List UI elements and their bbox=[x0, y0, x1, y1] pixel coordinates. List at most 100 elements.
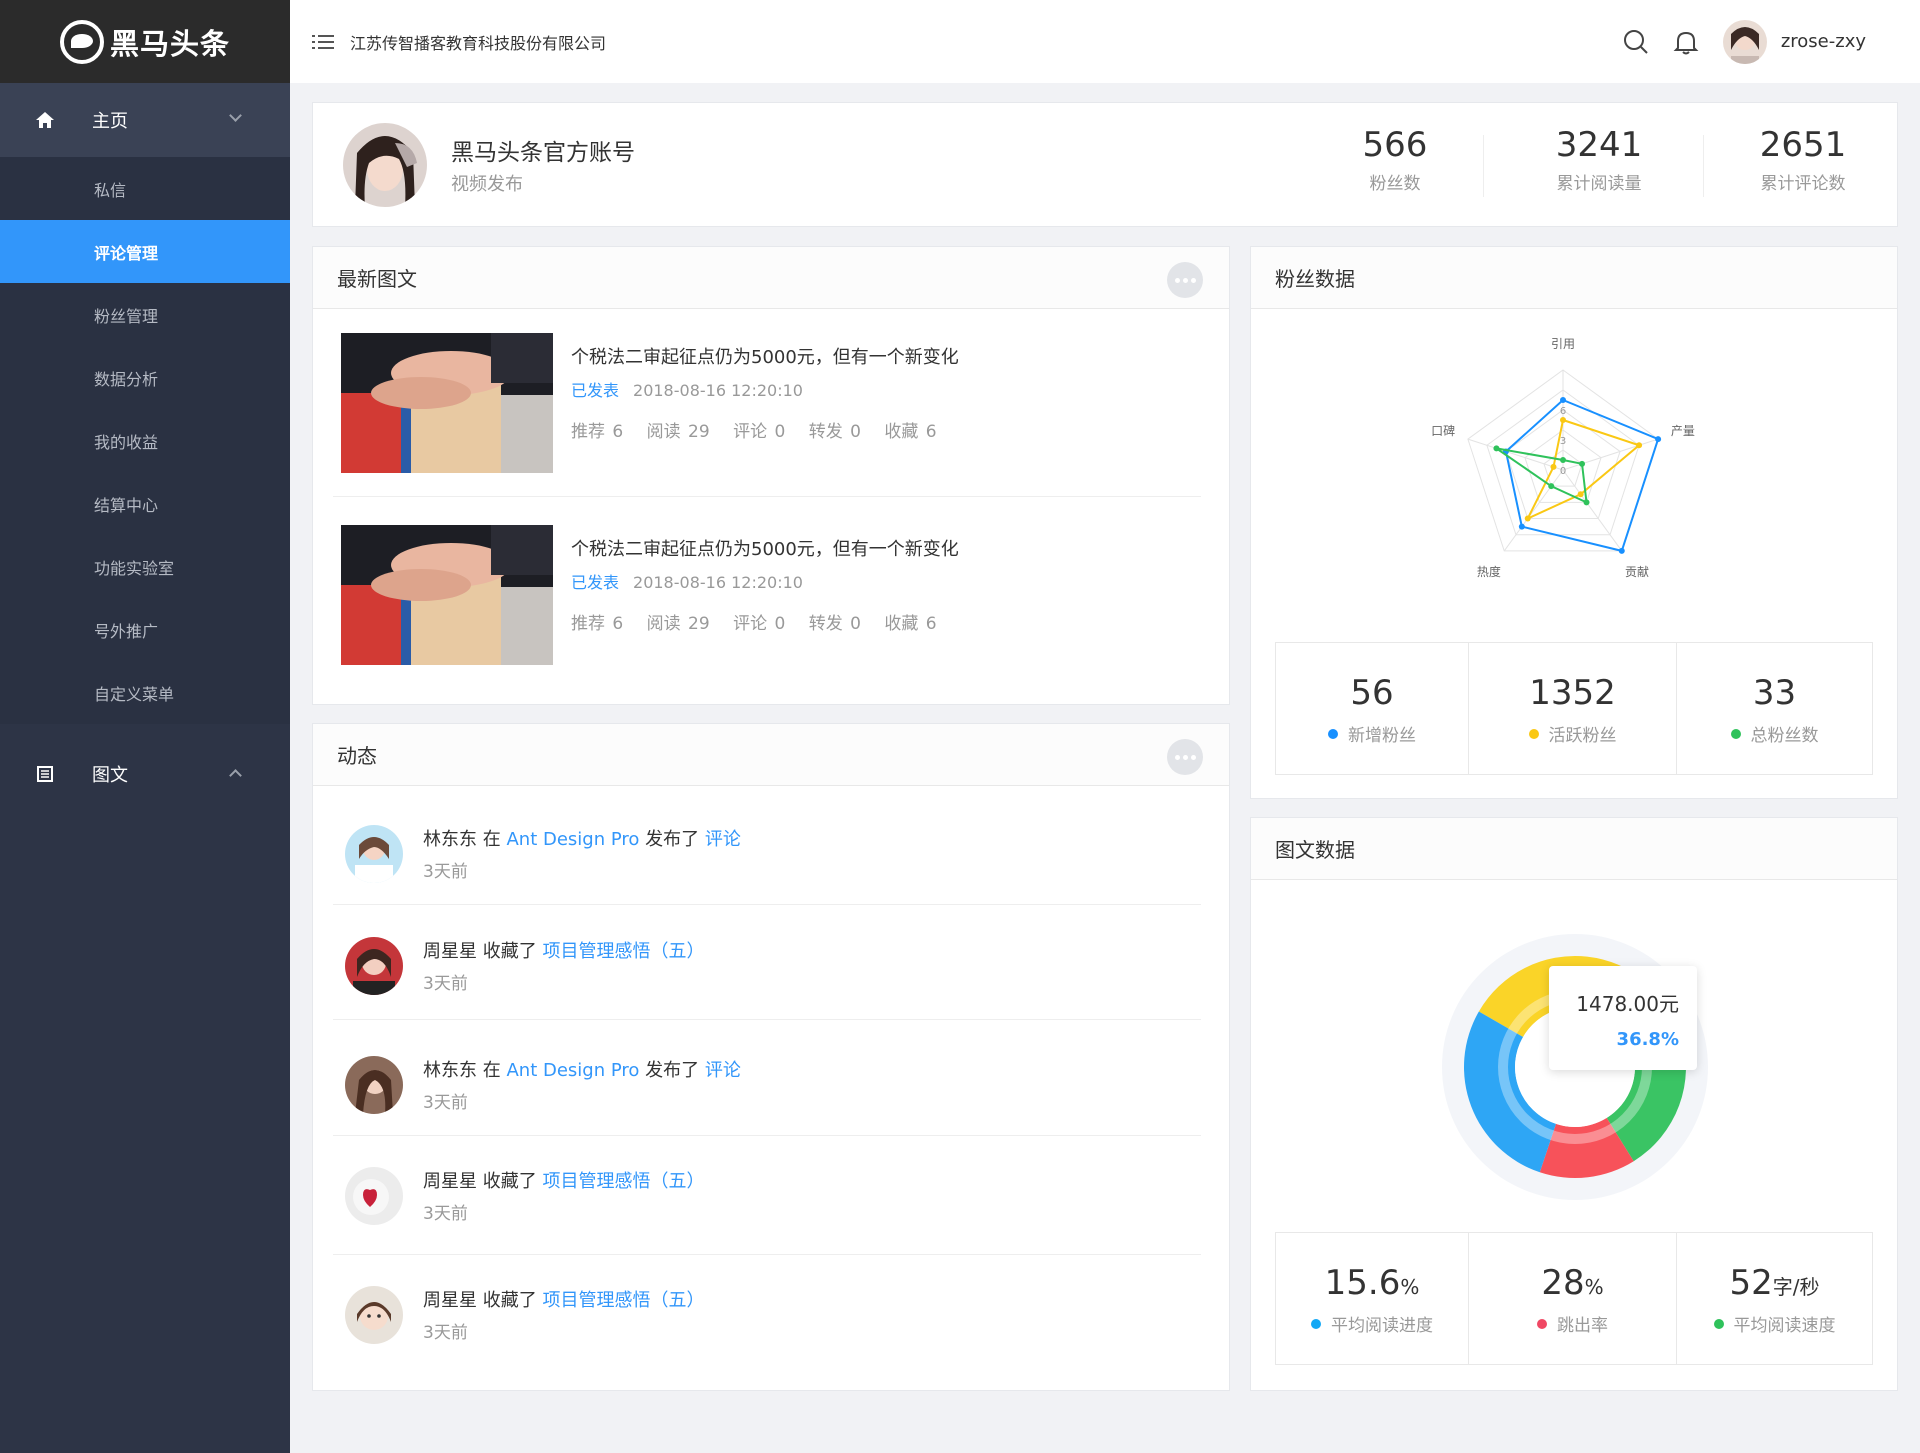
fans-stat-label: 活跃粉丝 bbox=[1548, 726, 1617, 746]
activity-link[interactable]: 项目管理感悟（五） bbox=[542, 1290, 704, 1311]
card-title: 最新图文 bbox=[337, 267, 417, 291]
sidebar-item-analytics[interactable]: 数据分析 bbox=[0, 346, 290, 409]
activity-card: 动态 林东东 在 Ant Design Pro 发布了 评论 3天前 周星星 收… bbox=[312, 723, 1230, 1391]
radar-point bbox=[1560, 417, 1566, 423]
search-icon[interactable] bbox=[1623, 29, 1649, 55]
activity-link[interactable]: 评论 bbox=[705, 1060, 741, 1081]
avatar[interactable] bbox=[345, 1056, 403, 1114]
avatar[interactable] bbox=[345, 1167, 403, 1225]
activity-text: 在 bbox=[482, 829, 501, 850]
content-stat-label: 跳出率 bbox=[1557, 1316, 1608, 1336]
menu-articles[interactable]: 图文 bbox=[0, 737, 290, 811]
avatar[interactable] bbox=[345, 825, 403, 883]
activity-time: 3天前 bbox=[423, 1093, 468, 1113]
article-status: 已发表 bbox=[571, 381, 620, 400]
sidebar-item-settlement[interactable]: 结算中心 bbox=[0, 472, 290, 535]
article-title[interactable]: 个税法二审起征点仍为5000元，但有一个新变化 bbox=[571, 535, 959, 561]
account-name: 黑马头条官方账号 bbox=[451, 140, 635, 166]
article-stat: 阅读 29 bbox=[646, 422, 710, 442]
divider bbox=[333, 1019, 1201, 1020]
card-title: 图文数据 bbox=[1275, 838, 1355, 862]
home-submenu: 私信 评论管理 粉丝管理 数据分析 我的收益 结算中心 功能实验室 号外推广 自… bbox=[0, 157, 290, 724]
divider bbox=[333, 1254, 1201, 1255]
more-icon[interactable] bbox=[1167, 739, 1203, 775]
article-date: 2018-08-16 12:20:10 bbox=[633, 381, 803, 400]
content-stat-progress: 15.6% 平均阅读进度 bbox=[1276, 1233, 1469, 1364]
bell-icon[interactable] bbox=[1673, 29, 1699, 55]
menu-home[interactable]: 主页 bbox=[0, 83, 290, 157]
radar-indicator-label: 引用 bbox=[1551, 337, 1575, 351]
radar-indicator-label: 热度 bbox=[1477, 564, 1501, 579]
sidebar-item-promotion[interactable]: 号外推广 bbox=[0, 598, 290, 661]
avatar[interactable] bbox=[345, 937, 403, 995]
fans-data-card: 粉丝数据 引用 产量 贡献 热度 口碑 0 3 6 56 新增粉丝 1352 活跃粉丝 33 … bbox=[1250, 246, 1898, 799]
divider bbox=[333, 496, 1201, 497]
activity-text: 收藏了 bbox=[482, 1171, 537, 1192]
article-stat: 收藏 6 bbox=[884, 614, 937, 634]
stat-comments: 2651 累计评论数 bbox=[1703, 123, 1903, 194]
sidebar-item-messages[interactable]: 私信 bbox=[0, 157, 290, 220]
sidebar-item-lab[interactable]: 功能实验室 bbox=[0, 535, 290, 598]
card-title: 粉丝数据 bbox=[1275, 267, 1355, 291]
sidebar-item-earnings[interactable]: 我的收益 bbox=[0, 409, 290, 472]
app-logo[interactable]: 黑马头条 bbox=[0, 0, 290, 83]
user-avatar[interactable] bbox=[1722, 19, 1767, 64]
radar-tick-label: 6 bbox=[1560, 406, 1566, 417]
avatar[interactable] bbox=[345, 1286, 403, 1344]
username[interactable]: zrose-zxy bbox=[1781, 31, 1866, 52]
activity-item: 周星星 收藏了 项目管理感悟（五） 3天前 bbox=[345, 1161, 1195, 1231]
menu-toggle-icon[interactable] bbox=[312, 34, 334, 50]
sidebar-item-fans[interactable]: 粉丝管理 bbox=[0, 283, 290, 346]
activity-item: 林东东 在 Ant Design Pro 发布了 评论 3天前 bbox=[345, 819, 1195, 889]
content-stat-value: 15.6 bbox=[1324, 1263, 1401, 1303]
content-stat-unit: 字/秒 bbox=[1772, 1275, 1820, 1299]
sidebar-item-comments[interactable]: 评论管理 bbox=[0, 220, 290, 283]
logo-horse-icon bbox=[59, 19, 104, 64]
article-stat: 收藏 6 bbox=[884, 422, 937, 442]
content-data-card: 图文数据 1478.00元 36.8% 15.6% 平均阅读进度 28% 跳出率… bbox=[1250, 817, 1898, 1391]
content-stat-speed: 52字/秒 平均阅读速度 bbox=[1677, 1233, 1872, 1364]
document-icon bbox=[34, 766, 56, 782]
article-item[interactable]: 个税法二审起征点仍为5000元，但有一个新变化 已发表 2018-08-16 12… bbox=[341, 333, 1211, 473]
radar-point bbox=[1655, 436, 1662, 443]
more-icon[interactable] bbox=[1167, 262, 1203, 298]
activity-link[interactable]: 项目管理感悟（五） bbox=[542, 1171, 704, 1192]
radar-tick-label: 0 bbox=[1560, 466, 1566, 477]
activity-link[interactable]: Ant Design Pro bbox=[506, 829, 639, 850]
article-stat: 评论 0 bbox=[733, 614, 786, 634]
radar-point bbox=[1560, 457, 1566, 463]
activity-text: 收藏了 bbox=[482, 941, 537, 962]
fans-stat-label: 新增粉丝 bbox=[1348, 726, 1416, 746]
article-item[interactable]: 个税法二审起征点仍为5000元，但有一个新变化 已发表 2018-08-16 12… bbox=[341, 525, 1211, 665]
article-stat: 评论 0 bbox=[733, 422, 786, 442]
activity-user: 林东东 bbox=[423, 1060, 477, 1081]
top-bar: 江苏传智播客教育科技股份有限公司 zrose-zxy bbox=[290, 0, 1920, 83]
activity-link[interactable]: Ant Design Pro bbox=[506, 1060, 639, 1081]
sidebar-item-custom-menu[interactable]: 自定义菜单 bbox=[0, 661, 290, 724]
article-thumbnail bbox=[341, 333, 553, 473]
account-avatar bbox=[343, 123, 427, 207]
content-stat-value: 52 bbox=[1729, 1263, 1773, 1303]
activity-link[interactable]: 评论 bbox=[705, 829, 741, 850]
fans-stat-new: 56 新增粉丝 bbox=[1276, 643, 1469, 774]
activity-user: 林东东 bbox=[423, 829, 477, 850]
legend-dot bbox=[1528, 728, 1539, 739]
menu-articles-label: 图文 bbox=[92, 765, 128, 786]
logo-text: 黑马头条 bbox=[109, 26, 230, 61]
radar-point bbox=[1550, 463, 1557, 470]
activity-user: 周星星 bbox=[423, 1171, 477, 1192]
legend-dot bbox=[1730, 728, 1741, 739]
stat-reads-value: 3241 bbox=[1555, 125, 1643, 165]
stat-fans-value: 566 bbox=[1362, 125, 1428, 165]
radar-series-line bbox=[1495, 447, 1588, 505]
activity-link[interactable]: 项目管理感悟（五） bbox=[542, 941, 704, 962]
article-stat: 转发 0 bbox=[808, 422, 861, 442]
radar-point bbox=[1548, 483, 1555, 490]
stat-fans-label: 粉丝数 bbox=[1369, 174, 1421, 194]
card-title: 动态 bbox=[337, 744, 377, 768]
stat-comments-label: 累计评论数 bbox=[1760, 174, 1846, 194]
article-title[interactable]: 个税法二审起征点仍为5000元，但有一个新变化 bbox=[571, 343, 959, 369]
article-thumbnail bbox=[341, 525, 553, 665]
activity-time: 3天前 bbox=[423, 862, 468, 882]
activity-item: 林东东 在 Ant Design Pro 发布了 评论 3天前 bbox=[345, 1050, 1195, 1120]
